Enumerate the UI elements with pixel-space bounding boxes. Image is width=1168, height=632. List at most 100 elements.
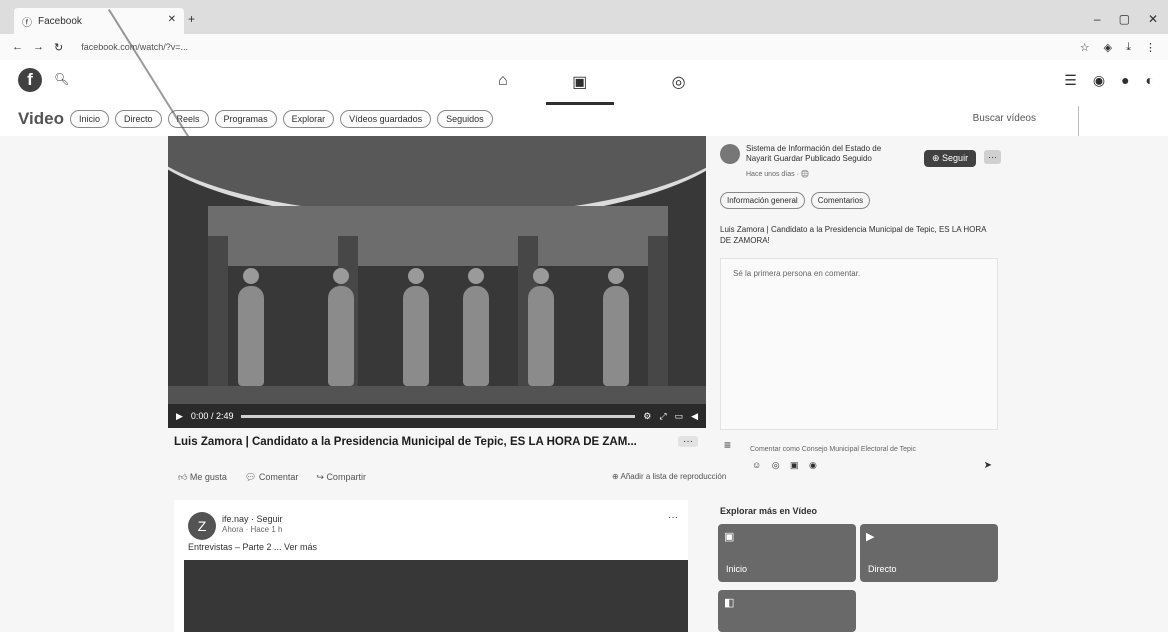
card-text: Entrevistas – Parte 2 ... Ver más — [188, 542, 318, 552]
avatar[interactable]: ◐ — [1146, 72, 1154, 89]
progress-bar[interactable] — [241, 414, 636, 418]
page-more-button[interactable]: ··· — [984, 150, 1001, 164]
comments-placeholder: Sé la primera persona en comentar. — [733, 269, 861, 278]
card-name[interactable]: ife.nay · Seguir — [222, 514, 283, 524]
play-icon[interactable]: ▶ — [176, 411, 183, 422]
menu-icon[interactable]: ☰ — [1064, 72, 1077, 89]
feed-card: Z ife.nay · Seguir Ahora · Hace 1 h Entr… — [174, 500, 688, 632]
tile-label: Inicio — [726, 564, 748, 574]
video-player[interactable]: ▶ 0:00 / 2:49 ⚙ ⤢ ▭ ◀ — [168, 136, 706, 428]
reload-icon[interactable]: ↻ — [54, 41, 63, 54]
video-frame — [328, 268, 354, 386]
pill-programas[interactable]: Programas — [214, 110, 277, 128]
messenger-icon[interactable]: ◉ — [1093, 72, 1105, 89]
video-frame — [528, 268, 554, 386]
comment-input[interactable]: Comentar como Consejo Municipal Electora… — [750, 446, 916, 453]
gaming-icon[interactable]: ◎ — [672, 72, 686, 105]
maximize-icon[interactable]: ▢ — [1119, 12, 1130, 26]
video-frame — [208, 206, 668, 266]
nav-buttons: ← → ↻ — [0, 41, 63, 54]
send-icon[interactable]: ➤ — [984, 460, 992, 471]
tile-label: Directo — [868, 564, 897, 574]
address-icons: ☆ ◈ ⤓ ⋮ — [1080, 41, 1156, 54]
share-button[interactable]: ↪ Compartir — [316, 472, 366, 483]
page-icon: ≡ — [724, 438, 732, 452]
new-tab-button[interactable]: + — [188, 12, 195, 26]
explore-tile-directo[interactable]: ▶ Directo — [860, 524, 998, 582]
home-video-icon: ▣ — [724, 531, 735, 543]
facebook-logo[interactable]: f — [18, 68, 42, 92]
home-icon[interactable]: ⌂ — [498, 72, 508, 105]
explore-heading: Explorar más en Vídeo — [720, 506, 818, 516]
explore-tile-more[interactable]: ◧ — [718, 590, 856, 632]
pill-guardados[interactable]: Vídeos guardados — [340, 110, 432, 128]
download-icon[interactable]: ⤓ — [1126, 41, 1131, 54]
tab-comments[interactable]: Comentarios — [810, 192, 871, 209]
close-window-icon[interactable]: ✕ — [1148, 12, 1158, 26]
tab-title: Facebook — [38, 15, 82, 27]
page-title: Video — [18, 109, 64, 128]
search-icon[interactable]: 🔍︎ — [54, 72, 69, 86]
address-bar: ← → ↻ facebook.com/watch/?v=... ☆ ◈ ⤓ ⋮ — [0, 34, 1168, 61]
like-button[interactable]: 👍︎ Me gusta — [178, 472, 227, 483]
emoji-icons[interactable]: ☺ ◎ ▣ ◉ — [752, 460, 821, 471]
pill-directo[interactable]: Directo — [115, 110, 162, 128]
volume-icon[interactable]: ◀ — [691, 411, 698, 422]
video-frame — [208, 236, 228, 396]
right-panel: Sistema de Información del Estado de Nay… — [714, 136, 1002, 632]
kebab-menu-icon[interactable]: ⋮ — [1145, 41, 1156, 54]
video-frame — [238, 268, 264, 386]
forward-icon[interactable]: → — [33, 41, 44, 54]
comment-button[interactable]: 💬︎ Comentar — [245, 472, 298, 483]
browser-tab[interactable]: ⓕ Facebook ✕ — [14, 8, 184, 34]
comments-area: Sé la primera persona en comentar. — [720, 258, 998, 430]
fb-favicon-icon: ⓕ — [22, 17, 32, 29]
card-video-thumbnail[interactable] — [184, 560, 688, 632]
explore-tile-inicio[interactable]: ▣ Inicio — [718, 524, 856, 582]
avatar[interactable]: Z — [188, 512, 216, 540]
video-controls: ▶ 0:00 / 2:49 ⚙ ⤢ ▭ ◀ — [168, 404, 706, 428]
video-pills: Inicio Directo Reels Programas Explorar … — [70, 110, 493, 128]
pip-icon[interactable]: ▭ — [675, 411, 684, 422]
back-icon[interactable]: ← — [12, 41, 23, 54]
header-right-icons: ☰ ◉ ● ◐ — [1064, 72, 1154, 89]
minimize-icon[interactable]: – — [1094, 12, 1101, 26]
pill-seguidos[interactable]: Seguidos — [437, 110, 493, 128]
video-actions: 👍︎ Me gusta 💬︎ Comentar ↪ Compartir — [178, 472, 366, 483]
video-icon[interactable]: ▣ — [545, 72, 614, 105]
video-frame — [648, 236, 668, 396]
comment-composer: ≡ Comentar como Consejo Municipal Electo… — [720, 434, 996, 474]
pill-explorar[interactable]: Explorar — [282, 110, 335, 128]
fb-header: f 🔍︎ ⌂ ▣ ◎ ☰ ◉ ● ◐ — [0, 60, 1168, 106]
follow-button[interactable]: ⊕ Seguir — [924, 150, 977, 167]
browser-tab-bar: ⓕ Facebook ✕ + – ▢ ✕ — [0, 0, 1168, 34]
card-more-button[interactable]: ··· — [668, 512, 678, 523]
pill-inicio[interactable]: Inicio — [70, 110, 110, 128]
settings-icon[interactable]: ⚙ — [643, 411, 651, 422]
page-name[interactable]: Sistema de Información del Estado de Nay… — [746, 144, 896, 164]
main-nav: ⌂ ▣ ◎ — [498, 72, 686, 105]
card-subtitle: Ahora · Hace 1 h — [222, 525, 283, 534]
add-to-list-button[interactable]: ⊕ Añadir a lista de reproducción — [612, 472, 726, 481]
tab-info[interactable]: Información general — [720, 192, 805, 209]
main-area: ▶ 0:00 / 2:49 ⚙ ⤢ ▭ ◀ Luis Zamora | Cand… — [0, 136, 1168, 632]
video-nav-row: Video Inicio Directo Reels Programas Exp… — [0, 106, 1168, 136]
search-videos-input[interactable]: Buscar vídeos — [973, 113, 1036, 124]
video-frame — [463, 268, 489, 386]
time-display: 0:00 / 2:49 — [190, 411, 234, 421]
bell-icon[interactable]: ● — [1121, 72, 1129, 89]
live-icon: ▶ — [866, 531, 875, 543]
fullscreen-icon[interactable]: ⤢ — [659, 411, 666, 422]
more-options-button[interactable]: ··· — [678, 436, 698, 447]
window-controls: – ▢ ✕ — [1094, 12, 1158, 26]
video-frame — [403, 268, 429, 386]
extension-icon[interactable]: ◈ — [1104, 41, 1112, 54]
page-subtitle: Hace unos días · 🌐 — [746, 171, 810, 178]
page-avatar[interactable] — [720, 144, 740, 164]
star-icon[interactable]: ☆ — [1080, 41, 1090, 54]
video-title: Luis Zamora | Candidato a la Presidencia… — [174, 436, 637, 448]
video-description: Luis Zamora | Candidato a la Presidencia… — [720, 225, 987, 245]
tile-icon: ◧ — [724, 597, 735, 609]
close-tab-icon[interactable]: ✕ — [168, 14, 176, 25]
info-tabs: Información general Comentarios — [720, 192, 871, 209]
